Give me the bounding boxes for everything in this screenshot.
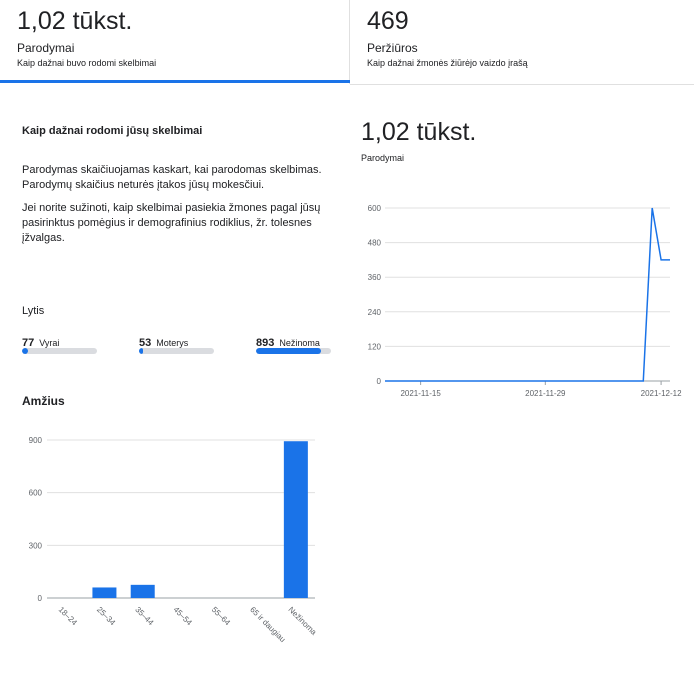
x-tick-label: 35–44 bbox=[133, 605, 155, 627]
tab-views-label: Peržiūros bbox=[367, 41, 418, 55]
y-tick-label: 600 bbox=[368, 204, 382, 213]
gender-unknown-label: Nežinoma bbox=[279, 338, 320, 348]
gender-male-label: Vyrai bbox=[39, 338, 60, 348]
x-tick-label: 2021-11-15 bbox=[400, 389, 441, 398]
impressions-total-label: Parodymai bbox=[361, 153, 405, 163]
y-tick-label: 120 bbox=[368, 342, 382, 351]
tab-impressions-label: Parodymai bbox=[17, 41, 75, 55]
x-tick-label: 2021-12-12 bbox=[641, 389, 682, 398]
tab-impressions-value: 1,02 tūkst. bbox=[17, 7, 133, 35]
tab-impressions-description: Kaip dažnai buvo rodomi skelbimai bbox=[17, 58, 157, 68]
bar bbox=[130, 584, 155, 598]
x-tick-label: Nežinoma bbox=[286, 605, 318, 637]
bar bbox=[283, 441, 308, 598]
gender-title: Lytis bbox=[22, 305, 45, 317]
y-tick-label: 360 bbox=[368, 273, 382, 282]
tab-views[interactable]: 469 Peržiūros Kaip dažnai žmonės žiūrėjo… bbox=[350, 0, 694, 84]
y-tick-label: 0 bbox=[38, 594, 43, 603]
tab-divider bbox=[350, 84, 694, 85]
y-tick-label: 480 bbox=[368, 239, 382, 248]
info-paragraph-1: Parodymas skaičiuojamas kaskart, kai par… bbox=[22, 164, 322, 191]
gender-male-bar-fill bbox=[22, 348, 28, 354]
bar bbox=[92, 587, 117, 598]
tab-views-value: 469 bbox=[367, 7, 409, 35]
gender-item-male: 77 Vyrai bbox=[22, 333, 97, 354]
tab-views-description: Kaip dažnai žmonės žiūrėjo vaizdo įrašą bbox=[367, 58, 528, 68]
age-bar-chart: 0 300 600 900 18–24 25–34 35–44 45–54 55–64 65 ir… bbox=[29, 436, 319, 644]
info-section: Kaip dažnai rodomi jūsų skelbimai Parody… bbox=[22, 125, 327, 246]
x-tick-label: 18–24 bbox=[57, 605, 79, 627]
gender-female-bar bbox=[139, 348, 214, 354]
gender-unknown-bar-fill bbox=[256, 348, 322, 354]
gender-item-female: 53 Moterys bbox=[139, 333, 214, 354]
impressions-total: 1,02 tūkst. bbox=[361, 118, 477, 146]
info-paragraph-2: Jei norite sužinoti, kaip skelbimai pasi… bbox=[22, 202, 321, 244]
info-title: Kaip dažnai rodomi jūsų skelbimai bbox=[22, 125, 203, 137]
series-line bbox=[385, 207, 670, 382]
active-tab-indicator bbox=[0, 80, 350, 83]
gender-female-bar-fill bbox=[139, 348, 143, 354]
x-tick-label: 55–64 bbox=[210, 605, 232, 627]
gender-item-unknown: 893 Nežinoma bbox=[256, 333, 331, 354]
y-tick-label: 600 bbox=[29, 489, 43, 498]
age-title: Amžius bbox=[22, 394, 65, 408]
x-tick-label: 65 ir daugiau bbox=[248, 605, 287, 644]
gender-female-label: Moterys bbox=[156, 338, 189, 348]
y-tick-label: 0 bbox=[377, 377, 382, 386]
tab-impressions[interactable]: 1,02 tūkst. Parodymai Kaip dažnai buvo r… bbox=[0, 0, 350, 84]
x-tick-label: 25–34 bbox=[95, 605, 117, 627]
x-tick-label: 45–54 bbox=[172, 605, 194, 627]
x-tick-label: 2021-11-29 bbox=[525, 389, 566, 398]
y-tick-label: 240 bbox=[368, 308, 382, 317]
gender-male-bar bbox=[22, 348, 97, 354]
gender-unknown-bar bbox=[256, 348, 331, 354]
y-tick-label: 300 bbox=[29, 541, 43, 550]
y-tick-label: 900 bbox=[29, 436, 43, 445]
impressions-line-chart: 0 120 240 360 480 600 2021-11-15 2021-11-29 2021… bbox=[368, 204, 682, 398]
